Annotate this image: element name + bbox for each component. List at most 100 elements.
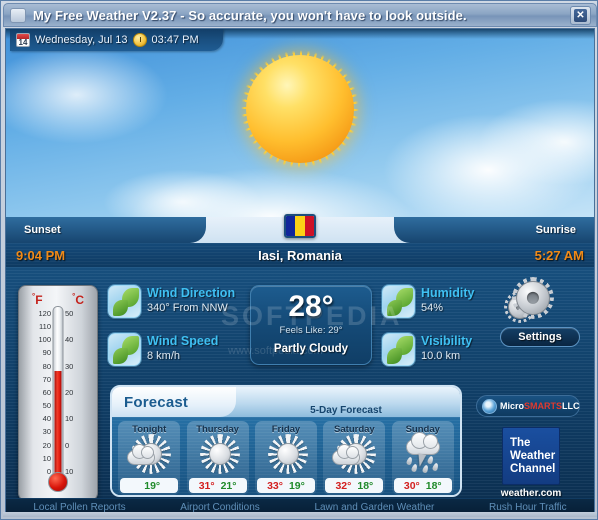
metric-label: Visibility <box>421 334 473 348</box>
metric-label: Humidity <box>421 286 475 300</box>
sky-image <box>6 29 594 217</box>
twc-line-1: The <box>510 436 531 449</box>
microsmarts-llc: LLC <box>562 401 580 411</box>
scale-tick: 30 <box>65 361 74 371</box>
metric-label: Wind Direction <box>147 286 236 300</box>
sunset-tab: Sunset <box>6 217 206 243</box>
calendar-icon: 14 <box>16 33 30 47</box>
scale-tick: 30 <box>42 427 51 437</box>
sunset-time: 9:04 PM <box>16 247 66 263</box>
microsmarts-micro: Micro <box>500 401 525 411</box>
forecast-low: 19° <box>144 479 161 492</box>
main-body: °F °C 120 110 100 90 80 70 60 50 40 30 2… <box>6 267 594 516</box>
forecast-temps: 32° 18° <box>325 478 384 493</box>
forecast-high: 30° <box>403 479 420 492</box>
clock-icon <box>132 33 147 47</box>
scale-tick: 20 <box>42 440 51 450</box>
window-title: My Free Weather V2.37 - So accurate, you… <box>33 7 467 23</box>
scale-tick: 110 <box>39 322 51 332</box>
celsius-label: °C <box>72 292 84 307</box>
wind-direction-icon <box>108 285 141 318</box>
scale-tick: 120 <box>38 309 51 318</box>
current-temperature: 28° <box>288 290 334 323</box>
weather-channel-logo[interactable]: The Weather Channel <box>502 427 560 485</box>
scale-tick: 100 <box>38 335 51 345</box>
scale-tick: 60 <box>42 387 51 397</box>
sunny-icon <box>263 434 309 474</box>
microsmarts-logo: MicroSMARTSLLC <box>476 395 580 417</box>
app-icon <box>10 7 26 23</box>
forecast-low: 18° <box>425 479 442 492</box>
forecast-day[interactable]: Friday 33° 19° <box>254 421 317 495</box>
feels-like-text: Feels Like: 29° <box>279 325 343 336</box>
scale-tick: 10 <box>42 453 51 463</box>
forecast-days: Tonight 19° Thursday 31° 21° Friday 33° … <box>112 417 460 495</box>
forecast-day[interactable]: Tonight 19° <box>118 421 181 495</box>
metric-label: Wind Speed <box>147 334 219 348</box>
location-bar: 9:04 PM Iasi, Romania 5:27 AM <box>6 243 594 267</box>
status-bar <box>3 512 597 517</box>
sunrise-time: 5:27 AM <box>534 247 584 263</box>
forecast-day[interactable]: Saturday 32° 18° <box>323 421 386 495</box>
scale-tick: 40 <box>65 335 74 345</box>
metric-wind-direction: Wind Direction 340° From NNW <box>108 285 235 318</box>
thermometer-tube <box>52 306 64 482</box>
close-icon: ✕ <box>574 9 587 22</box>
date-time-bar: 14 Wednesday, Jul 13 03:47 PM <box>10 29 223 51</box>
forecast-low: 21° <box>220 479 237 492</box>
scale-tick: 80 <box>42 361 51 371</box>
sunrise-tab: Sunrise <box>394 217 594 243</box>
fahrenheit-scale: 120 110 100 90 80 70 60 50 40 30 20 10 0 <box>25 310 51 476</box>
partly-cloudy-icon <box>331 434 377 474</box>
scale-tick: 0 <box>65 440 70 450</box>
partly-cloudy-icon <box>126 434 172 474</box>
forecast-low: 19° <box>288 479 305 492</box>
visibility-icon <box>382 333 415 366</box>
forecast-day[interactable]: Sunday 30° 18° <box>391 421 454 495</box>
metric-value: 8 km/h <box>147 350 181 363</box>
sunrise-label: Sunrise <box>535 224 576 236</box>
scale-tick: 20 <box>65 387 74 397</box>
scale-tick: 10 <box>65 466 74 476</box>
sun-graphic <box>220 29 380 189</box>
forecast-high: 33° <box>267 479 283 492</box>
thermometer-bulb <box>48 472 68 492</box>
metric-wind-speed: Wind Speed 8 km/h <box>108 333 218 366</box>
sun-tab-row: Sunset Sunrise <box>6 214 594 243</box>
forecast-temps: 31° 21° <box>188 478 247 493</box>
location-name: Iasi, Romania <box>258 247 342 263</box>
forecast-low: 18° <box>357 479 374 492</box>
metric-value: 10.0 km <box>421 350 461 363</box>
current-condition-text: Partly Cloudy <box>273 343 349 355</box>
forecast-temps: 30° 18° <box>393 478 452 493</box>
celsius-scale: 50 40 30 20 10 0 10 <box>65 310 91 476</box>
forecast-day[interactable]: Thursday 31° 21° <box>186 421 249 495</box>
settings-button[interactable]: Settings <box>500 327 580 347</box>
title-bar: My Free Weather V2.37 - So accurate, you… <box>3 3 597 27</box>
wind-speed-icon <box>108 333 141 366</box>
twc-line-2: Weather <box>510 449 556 462</box>
sun-disc-icon <box>246 55 354 163</box>
scale-tick: 50 <box>42 401 51 411</box>
sunny-icon <box>195 434 241 474</box>
fahrenheit-label: °F <box>32 292 43 307</box>
forecast-tab[interactable]: Forecast <box>112 387 236 417</box>
current-date: Wednesday, Jul 13 <box>35 34 128 46</box>
current-time: 03:47 PM <box>151 34 199 46</box>
scale-tick: 10 <box>65 414 74 424</box>
thermometer: °F °C 120 110 100 90 80 70 60 50 40 30 2… <box>18 285 98 501</box>
microsmarts-swirl-icon <box>482 398 497 414</box>
forecast-subtitle: 5-Day Forecast <box>310 405 382 416</box>
forecast-high: 31° <box>198 479 215 492</box>
forecast-header: Forecast 5-Day Forecast <box>112 387 460 417</box>
close-button[interactable]: ✕ <box>570 6 591 25</box>
forecast-tab-label: Forecast <box>124 393 189 411</box>
forecast-high: 32° <box>335 479 352 492</box>
application-window: My Free Weather V2.37 - So accurate, you… <box>0 0 598 520</box>
microsmarts-smarts: SMARTS <box>524 401 563 411</box>
metric-value: 54% <box>421 302 444 315</box>
forecast-temps: 19° <box>120 478 179 493</box>
app-content: 14 Wednesday, Jul 13 03:47 PM Sunset Sun… <box>5 28 595 517</box>
twc-line-3: Channel <box>510 462 556 475</box>
scale-tick: 50 <box>65 309 74 318</box>
